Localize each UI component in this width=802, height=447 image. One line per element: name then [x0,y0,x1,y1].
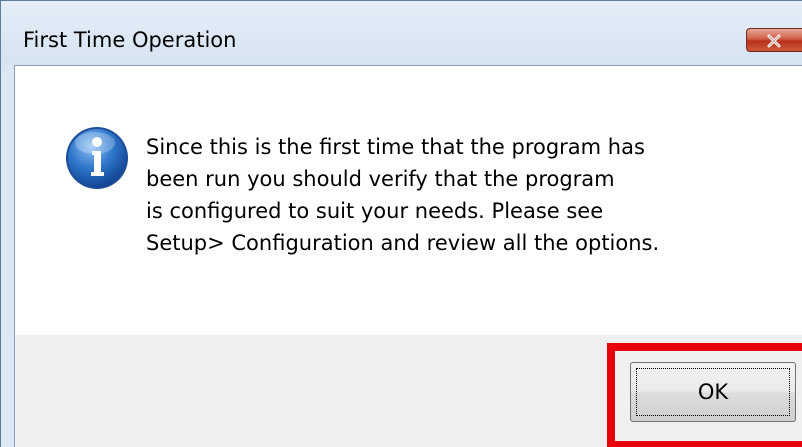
message-area: Since this is the first time that the pr… [15,66,802,335]
dialog-window: First Time Operation Since this is the f… [0,0,802,447]
message-line: is configured to suit your needs. Please… [146,199,604,223]
message-line: Setup> Configuration and review all the … [146,231,660,255]
message-line: been run you should verify that the prog… [146,167,615,191]
close-button[interactable] [746,28,802,52]
title-bar[interactable]: First Time Operation [1,1,802,65]
ok-button-label: OK [636,368,790,416]
message-line: Since this is the first time that the pr… [146,135,645,159]
info-icon [66,127,128,189]
message-text: Since this is the first time that the pr… [146,131,786,259]
dialog-title: First Time Operation [23,28,237,52]
ok-button[interactable]: OK [630,362,796,422]
dialog-body: Since this is the first time that the pr… [14,65,802,447]
close-icon [767,34,781,48]
